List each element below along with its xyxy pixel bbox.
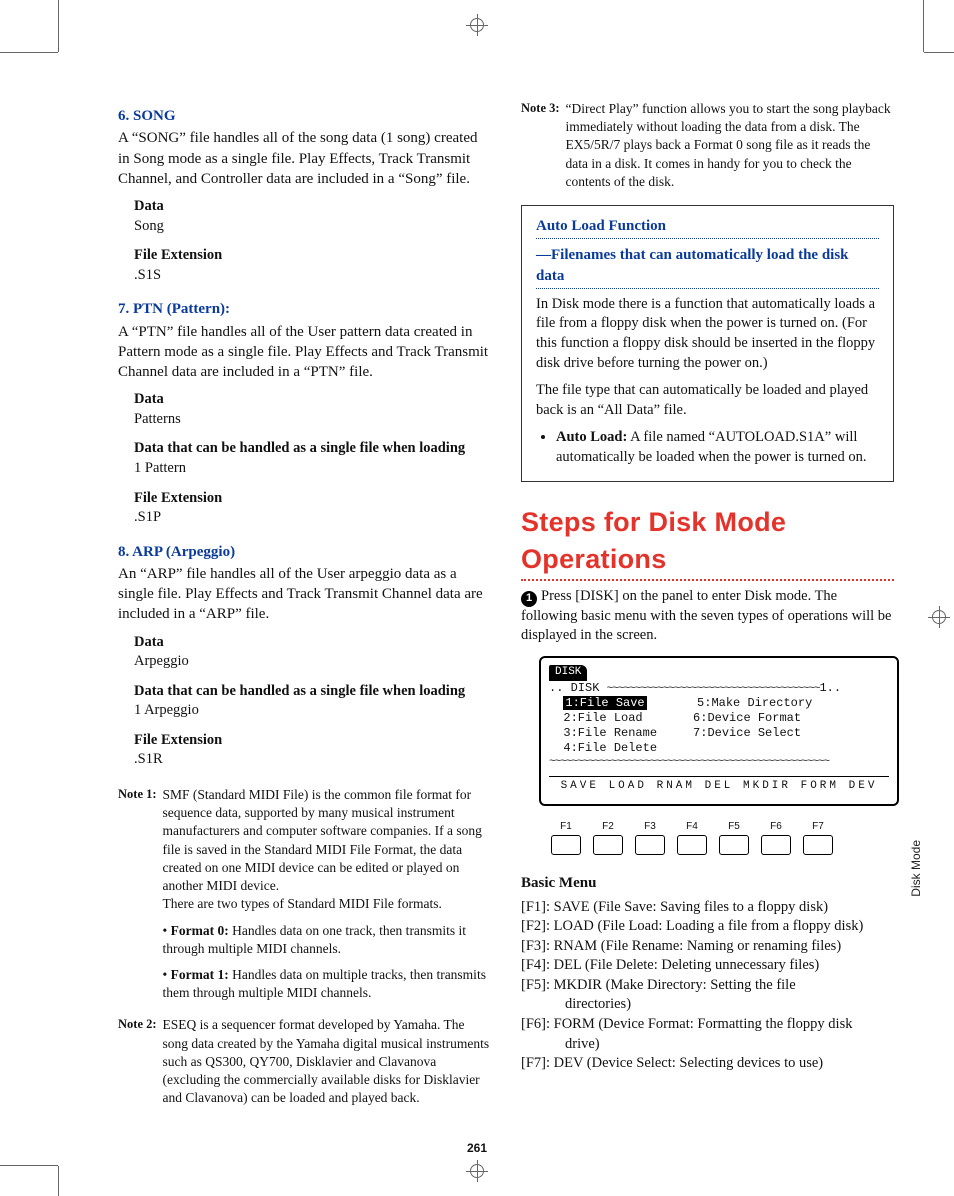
f3-label: F3 <box>644 821 656 832</box>
section-7-title: 7. PTN (Pattern): <box>118 299 491 319</box>
lcd-tab: DISK <box>549 665 587 681</box>
autoload-box: Auto Load Function —Filenames that can a… <box>521 205 894 482</box>
sec8-load-label: Data that can be handled as a single fil… <box>134 682 491 702</box>
f1-key <box>551 835 581 855</box>
note2-body: ESEQ is a sequencer format developed by … <box>163 1016 491 1107</box>
section-8-body: An “ARP” file handles all of the User ar… <box>118 564 491 625</box>
f7-key <box>803 835 833 855</box>
sec6-ext-label: File Extension <box>134 246 491 266</box>
f6-key <box>761 835 791 855</box>
sec8-data-value: Arpeggio <box>134 652 491 672</box>
menu-f4: [F4]: DEL (File Delete: Deleting unneces… <box>521 956 894 976</box>
note1-text: SMF (Standard MIDI File) is the common f… <box>163 787 482 893</box>
section-7-body: A “PTN” file handles all of the User pat… <box>118 322 491 383</box>
section-8-title: 8. ARP (Arpeggio) <box>118 542 491 562</box>
menu-f5a: [F5]: MKDIR (Make Directory: Setting the… <box>521 976 894 996</box>
f4-key <box>677 835 707 855</box>
left-column: 6. SONG A “SONG” file handles all of the… <box>118 100 491 1108</box>
sec6-data-value: Song <box>134 217 491 237</box>
lcd-item5: 5:Make Directory <box>697 696 812 710</box>
sec7-ext-label: File Extension <box>134 489 491 509</box>
f5-label: F5 <box>728 821 740 832</box>
sec8-ext-value: .S1R <box>134 750 491 770</box>
sec8-ext-label: File Extension <box>134 731 491 751</box>
menu-f6a: [F6]: FORM (Device Format: Formatting th… <box>521 1015 894 1035</box>
sec7-load-label: Data that can be handled as a single fil… <box>134 439 491 459</box>
f2-label: F2 <box>602 821 614 832</box>
lcd-screen: DISK .. DISK ~~~~~~~~~~~~~~~~~~~~~~~~~~~… <box>539 656 899 806</box>
lcd-header: DISK <box>571 681 600 695</box>
step-number-icon: 1 <box>521 591 537 607</box>
sec8-data-label: Data <box>134 633 491 653</box>
sec7-ext-value: .S1P <box>134 508 491 528</box>
lcd-item4: 4:File Delete <box>563 741 657 755</box>
step1: 1Press [DISK] on the panel to enter Disk… <box>521 587 894 646</box>
sec6-ext-value: .S1S <box>134 266 491 286</box>
note2-tag: Note 2: <box>118 1016 157 1107</box>
page-number: 261 <box>0 1140 954 1156</box>
section-6-body: A “SONG” file handles all of the song da… <box>118 128 491 189</box>
note1-f1-label: Format 1: <box>171 967 229 982</box>
f3-key <box>635 835 665 855</box>
autoload-title2: —Filenames that can automatically load t… <box>536 245 879 286</box>
f4-label: F4 <box>686 821 698 832</box>
note3-body: “Direct Play” function allows you to sta… <box>566 100 894 191</box>
sec7-data-label: Data <box>134 390 491 410</box>
basic-menu-title: Basic Menu <box>521 873 894 893</box>
sec7-load-value: 1 Pattern <box>134 459 491 479</box>
autoload-bullet-label: Auto Load: <box>556 429 627 445</box>
autoload-p2: The file type that can automatically be … <box>536 381 879 420</box>
note1-tag: Note 1: <box>118 786 157 1002</box>
f7-label: F7 <box>812 821 824 832</box>
fkey-row: F1 F2 F3 F4 F5 F6 F7 <box>551 820 894 856</box>
note1-body: SMF (Standard MIDI File) is the common f… <box>163 786 491 1002</box>
right-column: Note 3: “Direct Play” function allows yo… <box>521 100 894 1108</box>
menu-f1: [F1]: SAVE (File Save: Saving files to a… <box>521 898 894 918</box>
note1-f0-label: Format 0: <box>171 923 229 938</box>
sec8-load-value: 1 Arpeggio <box>134 701 491 721</box>
side-tab-label: Disk Mode <box>908 840 924 897</box>
basic-menu-list: [F1]: SAVE (File Save: Saving files to a… <box>521 898 894 1074</box>
menu-f2: [F2]: LOAD (File Load: Loading a file fr… <box>521 917 894 937</box>
autoload-p1: In Disk mode there is a function that au… <box>536 295 879 373</box>
lcd-item2: 2:File Load <box>563 711 642 725</box>
f1-label: F1 <box>560 821 572 832</box>
step1-text: Press [DISK] on the panel to enter Disk … <box>521 588 891 643</box>
f2-key <box>593 835 623 855</box>
lcd-softkey-bar: SAVE LOAD RNAM DEL MKDIR FORM DEV <box>549 776 889 794</box>
f6-label: F6 <box>770 821 782 832</box>
lcd-item7: 7:Device Select <box>693 726 801 740</box>
menu-f5b: directories) <box>521 995 894 1015</box>
lcd-item3: 3:File Rename <box>563 726 657 740</box>
autoload-title1: Auto Load Function <box>536 216 879 236</box>
steps-heading: Steps for Disk Mode Operations <box>521 504 894 577</box>
menu-f3: [F3]: RNAM (File Rename: Naming or renam… <box>521 937 894 957</box>
autoload-bullet: Auto Load: A file named “AUTOLOAD.S1A” w… <box>556 428 879 467</box>
lcd-item1: 1:File Save <box>563 696 646 710</box>
lcd-item6: 6:Device Format <box>693 711 801 725</box>
menu-f6b: drive) <box>521 1035 894 1055</box>
sec6-data-label: Data <box>134 197 491 217</box>
note1-text2: There are two types of Standard MIDI Fil… <box>163 896 442 911</box>
menu-f7: [F7]: DEV (Device Select: Selecting devi… <box>521 1054 894 1074</box>
sec7-data-value: Patterns <box>134 410 491 430</box>
note3-tag: Note 3: <box>521 100 560 191</box>
section-6-title: 6. SONG <box>118 106 491 126</box>
f5-key <box>719 835 749 855</box>
